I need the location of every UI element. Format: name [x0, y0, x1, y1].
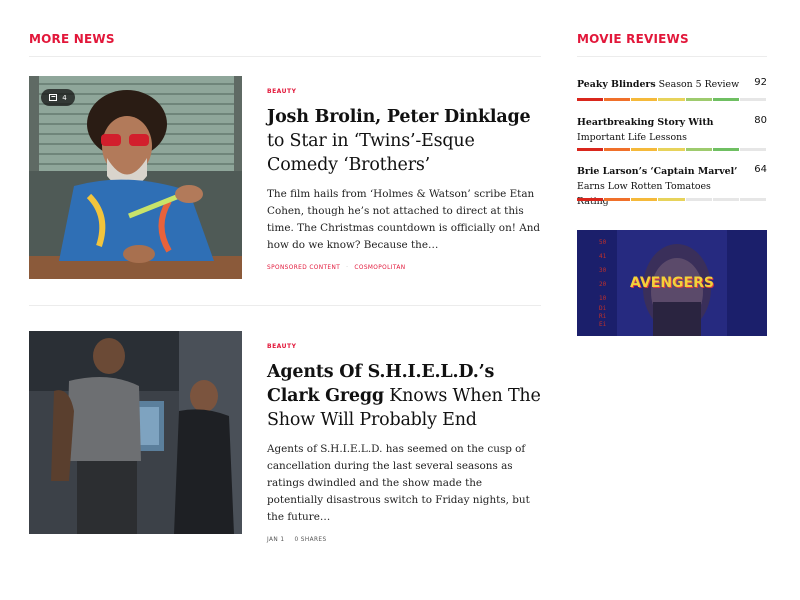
rating-bar-segment: [739, 198, 766, 201]
review-title[interactable]: Peaky Blinders Season 5 Review: [577, 77, 742, 92]
sponsor-name[interactable]: COSMOPOLITAN: [354, 265, 405, 271]
ad-number: Ri: [599, 313, 607, 320]
ad-number: 20: [599, 281, 607, 288]
rating-bar-segment: [685, 198, 712, 201]
portrait-image: [29, 76, 242, 279]
rating-bar-segment: [577, 198, 604, 201]
ad-number: 50: [599, 239, 607, 246]
rating-bar: [577, 98, 766, 101]
ad-number: Ei: [599, 321, 607, 328]
movie-reviews-heading: MOVIE REVIEWS: [577, 32, 689, 46]
article-thumbnail[interactable]: 4: [29, 76, 242, 279]
rating-bar-segment: [739, 148, 766, 151]
rating-bar-segment: [631, 98, 658, 101]
avengers-ad-banner[interactable]: 50 41 30 20 10 Di Ri Ei AVENGERS AVENGER…: [577, 230, 767, 336]
review-title[interactable]: Heartbreaking Story With Important Life …: [577, 115, 742, 145]
rating-bar-segment: [712, 98, 739, 101]
review-title-rest: Earns Low Rotten Tomatoes Rating: [577, 181, 711, 207]
article-category[interactable]: BEAUTY: [267, 88, 541, 95]
review-score: 64: [754, 164, 767, 175]
rating-bar-segment: [604, 98, 631, 101]
rating-bar-segment: [658, 98, 685, 101]
article-meta: SPONSORED CONTENT · COSMOPOLITAN: [267, 265, 541, 271]
article-thumbnail[interactable]: [29, 331, 242, 534]
image-icon: [49, 94, 58, 101]
review-title-rest: Important Life Lessons: [577, 132, 687, 143]
article-divider: [29, 305, 541, 306]
news-article: BEAUTY Agents Of S.H.I.E.L.D.’s Clark Gr…: [29, 331, 541, 543]
article-excerpt: The film hails from ‘Holmes & Watson’ sc…: [267, 188, 541, 251]
sponsored-label: SPONSORED CONTENT: [267, 265, 341, 271]
article-headline[interactable]: Agents Of S.H.I.E.L.D.’s Clark Gregg Kno…: [267, 360, 541, 432]
rating-bar-segment: [658, 148, 685, 151]
meta-separator: ·: [346, 265, 349, 271]
review-title-bold: Brie Larson’s ‘Captain Marvel’: [577, 166, 738, 177]
gallery-count: 4: [62, 93, 67, 102]
rating-bar-segment: [658, 198, 685, 201]
ad-number: 41: [599, 253, 607, 260]
rating-bar-segment: [712, 198, 739, 201]
ad-image: 50 41 30 20 10 Di Ri Ei AVENGERS AVENGER…: [577, 230, 767, 336]
rating-bar-segment: [685, 148, 712, 151]
review-title[interactable]: Brie Larson’s ‘Captain Marvel’ Earns Low…: [577, 164, 742, 209]
article-headline[interactable]: Josh Brolin, Peter Dinklage to Star in ‘…: [267, 105, 541, 177]
rating-bar-segment: [604, 148, 631, 151]
rating-bar-segment: [739, 98, 766, 101]
review-item[interactable]: Peaky Blinders Season 5 Review 92: [577, 77, 767, 103]
more-news-heading: MORE NEWS: [29, 32, 115, 46]
rating-bar: [577, 198, 766, 201]
rating-bar-segment: [577, 98, 604, 101]
more-news-divider: [29, 56, 541, 57]
movie-reviews-divider: [577, 56, 767, 57]
headline-bold: Josh Brolin, Peter Dinklage: [267, 107, 531, 127]
review-title-rest: Season 5 Review: [655, 79, 740, 90]
rating-bar-segment: [631, 198, 658, 201]
review-score: 92: [754, 77, 767, 88]
review-score: 80: [754, 115, 767, 126]
review-title-bold: Peaky Blinders: [577, 79, 656, 90]
article-content: BEAUTY Josh Brolin, Peter Dinklage to St…: [267, 76, 541, 271]
rating-bar-segment: [685, 98, 712, 101]
scene-image: [29, 331, 242, 534]
article-meta: JAN 1 0 SHARES: [267, 537, 541, 543]
article-shares: 0 SHARES: [294, 537, 327, 543]
rating-bar-segment: [577, 148, 604, 151]
review-title-bold: Heartbreaking Story With: [577, 117, 714, 128]
headline-rest: to Star in ‘Twins’-Esque Comedy ‘Brother…: [267, 131, 475, 175]
news-article: 4 BEAUTY Josh Brolin, Peter Dinklage to …: [29, 76, 541, 280]
article-category[interactable]: BEAUTY: [267, 343, 541, 350]
rating-bar-segment: [712, 148, 739, 151]
article-date: JAN 1: [267, 537, 285, 543]
article-content: BEAUTY Agents Of S.H.I.E.L.D.’s Clark Gr…: [267, 331, 541, 543]
ad-number: 10: [599, 295, 607, 302]
ad-number: 30: [599, 267, 607, 274]
article-excerpt: Agents of S.H.I.E.L.D. has seemed on the…: [267, 443, 530, 523]
rating-bar: [577, 148, 766, 151]
ad-number: Di: [599, 305, 607, 312]
review-item[interactable]: Heartbreaking Story With Important Life …: [577, 115, 767, 155]
rating-bar-segment: [631, 148, 658, 151]
gallery-count-badge[interactable]: 4: [41, 89, 75, 106]
ad-logo-text: AVENGERS: [630, 275, 714, 291]
review-item[interactable]: Brie Larson’s ‘Captain Marvel’ Earns Low…: [577, 164, 767, 207]
rating-bar-segment: [604, 198, 631, 201]
